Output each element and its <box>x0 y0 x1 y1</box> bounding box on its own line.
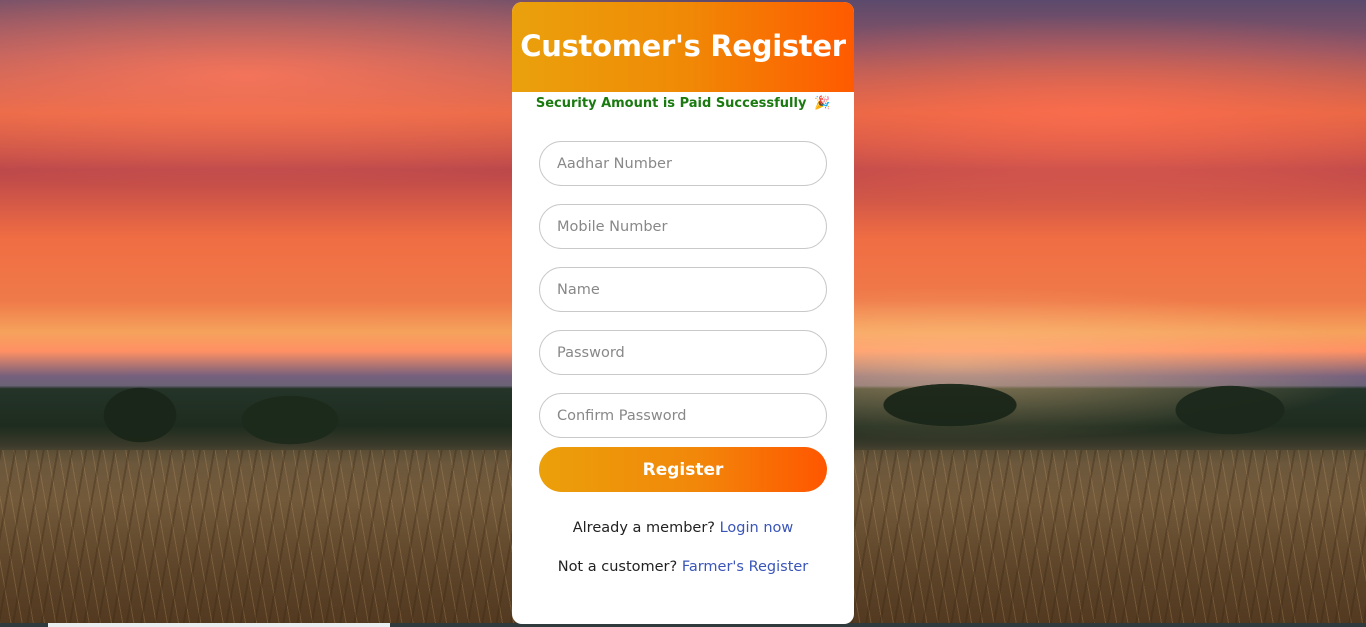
mobile-number-input[interactable] <box>539 204 827 249</box>
name-input[interactable] <box>539 267 827 312</box>
card-header: Customer's Register <box>512 2 854 92</box>
payment-status-text: Security Amount is Paid Successfully <box>535 96 807 111</box>
party-popper-icon: 🎉 <box>813 96 831 111</box>
login-prompt-text: Already a member? <box>572 520 715 536</box>
page-title: Customer's Register <box>520 29 846 63</box>
aadhar-number-input[interactable] <box>539 141 827 186</box>
farmer-prompt-text: Not a customer? <box>557 559 678 575</box>
login-prompt: Already a member? Login now <box>512 520 854 536</box>
farmer-register-link[interactable]: Farmer's Register <box>682 559 808 575</box>
payment-status-message: Security Amount is Paid Successfully 🎉 <box>512 96 854 114</box>
login-now-link[interactable]: Login now <box>720 520 794 536</box>
confirm-password-input[interactable] <box>539 393 827 438</box>
register-button[interactable]: Register <box>539 447 827 492</box>
register-card: Customer's Register Security Amount is P… <box>512 2 854 624</box>
password-input[interactable] <box>539 330 827 375</box>
register-form <box>539 141 827 456</box>
farmer-prompt: Not a customer? Farmer's Register <box>512 559 854 575</box>
bottom-strip-highlight <box>48 623 390 627</box>
